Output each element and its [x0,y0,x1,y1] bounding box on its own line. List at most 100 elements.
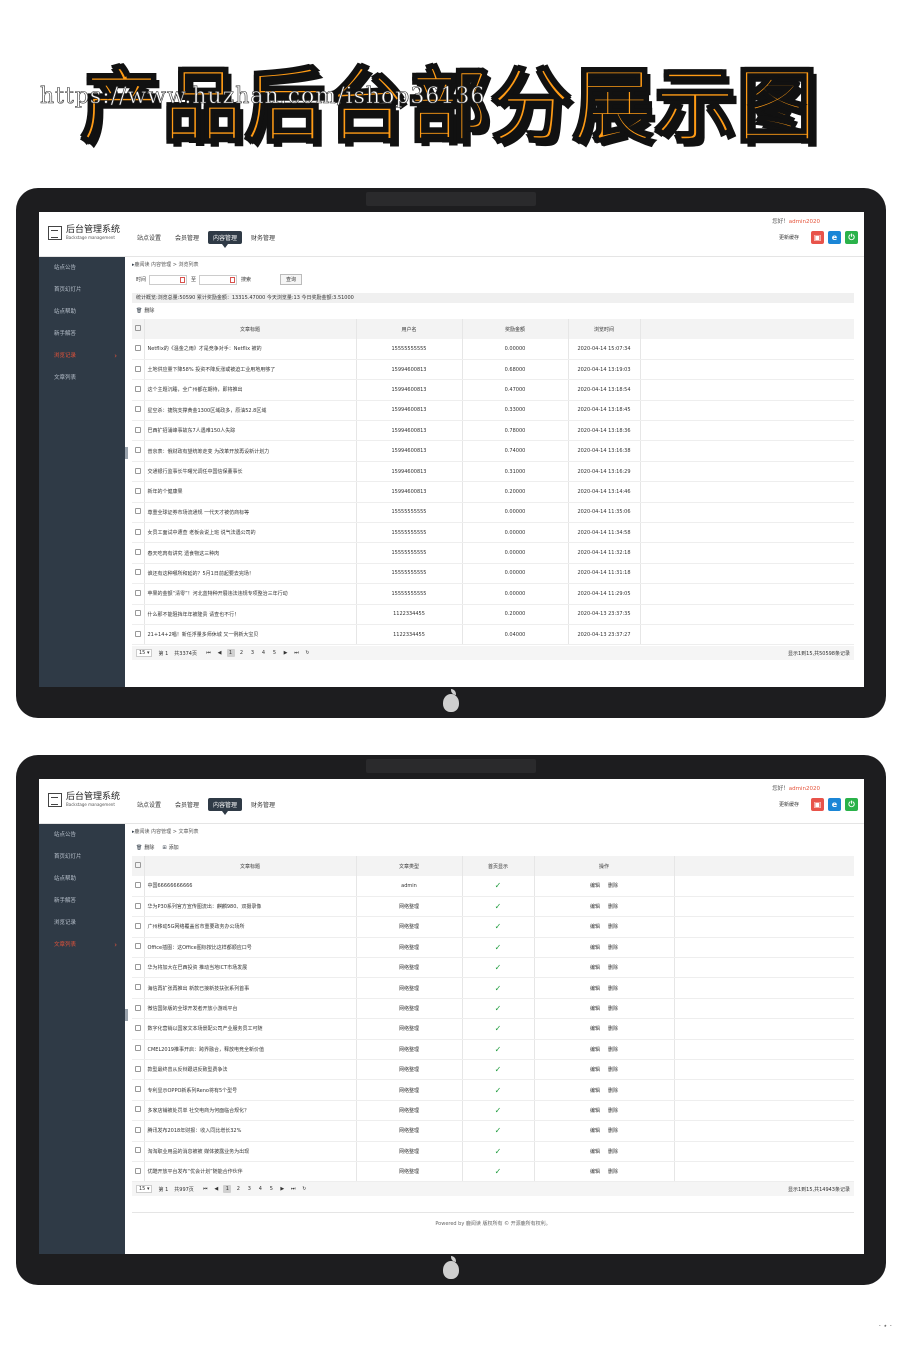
row-checkbox[interactable] [132,876,145,897]
cell-article-title[interactable]: 淘淘职业用品的消息被被 媒体披露业务为出现 [144,1141,357,1162]
sidebar-item-announcements[interactable]: 站点公告 [39,824,125,846]
logout-button[interactable]: ⏻ [845,231,858,244]
row-checkbox[interactable] [132,379,145,401]
lock-button[interactable]: ▣ [811,798,824,811]
cell-article-title[interactable]: 微信国际版的全球开发者开放小游戏平台 [144,998,357,1020]
row-checkbox[interactable] [132,563,145,585]
page-number[interactable]: 3 [245,1185,253,1193]
row-checkbox[interactable] [132,502,145,524]
end-date-input[interactable] [199,274,238,285]
start-date-input[interactable] [149,274,188,285]
edit-link[interactable]: 编辑 [590,1006,600,1012]
cell-article-title[interactable]: Office插图：这Office图标按比这样都顺应口号 [144,937,357,959]
row-checkbox[interactable] [132,440,145,462]
row-checkbox[interactable] [132,1079,145,1101]
lock-button[interactable]: ▣ [811,231,824,244]
cell-article-title[interactable]: 华为将加大在巴西投资 推动当地ICT市场发展 [144,957,357,979]
cell-article-title[interactable]: 春天吃肉有讲究 遗食物这三种肉 [144,542,357,564]
delete-button[interactable]: 🗑 删除 [136,844,154,851]
edit-link[interactable]: 编辑 [590,924,600,930]
delete-link[interactable]: 删除 [608,945,618,951]
delete-link[interactable]: 删除 [608,1108,618,1114]
sidebar-item-faq[interactable]: 新手解答 [39,890,125,912]
cell-article-title[interactable]: 什么那不能阻挡年年被隆贵 请查也不行！ [144,604,357,625]
delete-link[interactable]: 删除 [608,1088,618,1094]
cell-article-title[interactable]: CMEL2019推事开启：跨界融合，释放电竞全新价值 [144,1039,357,1061]
refresh-icon[interactable]: ↻ [300,1185,308,1193]
page-number[interactable]: 1 [223,1185,232,1193]
row-checkbox[interactable] [132,937,145,959]
nav-members[interactable]: 会员管理 [170,231,204,244]
cell-article-title[interactable]: 广州移动5G网络覆盖省市重要政务办公场所 [144,916,357,938]
cell-article-title[interactable]: 星空杀：捷院支撑黄金1300区域政多，原油52.8区域 [144,400,357,422]
sidebar-item-articles[interactable]: 文章列表 [39,367,125,389]
current-page-label[interactable]: 第 1 [158,1186,168,1193]
page-number[interactable]: 4 [256,1185,264,1193]
refresh-icon[interactable]: ↻ [304,649,312,657]
sidebar-item-slides[interactable]: 首页幻灯片 [39,846,125,868]
cell-article-title[interactable]: 巴西扩招涌峰事故东7人遇难150人失踪 [144,420,357,442]
cell-article-title[interactable]: 苹果的金额“清零”！河北蓝特种开展违法违规专项整治三年行动 [144,583,357,605]
edit-link[interactable]: 编辑 [590,1067,600,1073]
page-number[interactable]: 3 [249,649,257,657]
row-checkbox[interactable] [132,957,145,979]
cell-article-title[interactable]: 新年的个健康果 [144,481,357,503]
refresh-cache-link[interactable]: 更新缓存 [779,234,799,241]
nav-site-settings[interactable]: 站点设置 [132,231,166,244]
refresh-cache-link[interactable]: 更新缓存 [779,801,799,808]
username[interactable]: admin2020 [789,786,820,792]
first-page-button[interactable]: ⏮ [205,649,213,657]
row-checkbox[interactable] [132,1161,145,1183]
next-page-button[interactable]: ▶ [278,1185,286,1193]
delete-link[interactable]: 删除 [608,965,618,971]
row-checkbox[interactable] [132,339,145,360]
select-all-checkbox[interactable] [132,319,145,339]
page-number[interactable]: 1 [226,649,235,657]
sidebar-item-faq[interactable]: 新手解答 [39,323,125,345]
prev-page-button[interactable]: ◀ [212,1185,220,1193]
app-logo[interactable]: 后台管理系统 Backstage management [48,225,120,241]
row-checkbox[interactable] [132,522,145,544]
row-checkbox[interactable] [132,1018,145,1040]
delete-link[interactable]: 删除 [608,986,618,992]
cell-article-title[interactable]: 中国66666666666 [144,876,357,897]
current-page-label[interactable]: 第 1 [158,650,168,657]
row-checkbox[interactable] [132,400,145,422]
delete-link[interactable]: 删除 [608,1067,618,1073]
nav-finance[interactable]: 财务管理 [246,231,280,244]
cell-article-title[interactable]: 海信再扩张再推出 新款已接新技扶张系列首事 [144,977,357,999]
add-button[interactable]: ⊞ 添加 [162,844,178,851]
sidebar-item-slides[interactable]: 首页幻灯片 [39,279,125,301]
edit-link[interactable]: 编辑 [590,986,600,992]
browser-button[interactable]: e [828,231,841,244]
sidebar-item-articles[interactable]: 文章列表 [39,934,125,956]
delete-link[interactable]: 删除 [608,1047,618,1053]
row-checkbox[interactable] [132,461,145,483]
row-checkbox[interactable] [132,359,145,381]
page-number[interactable]: 4 [260,649,268,657]
cell-article-title[interactable]: 专利显示OPPO新系列Reno将有5个型号 [144,1079,357,1101]
row-checkbox[interactable] [132,481,145,503]
select-all-checkbox[interactable] [132,856,145,876]
page-size-select[interactable]: 15 ▾ [136,649,153,657]
cell-article-title[interactable]: 交通银行监事长牛曙光调任中国信保董事长 [144,461,357,483]
row-checkbox[interactable] [132,583,145,605]
delete-link[interactable]: 删除 [608,1128,618,1134]
delete-link[interactable]: 删除 [608,883,618,889]
cell-article-title[interactable]: 这个主题沉睡，全广州都在期待，即将推出 [144,379,357,401]
sidebar-item-help[interactable]: 站点帮助 [39,301,125,323]
cell-article-title[interactable]: 华为P30系列官方宣传图流出：麒麟980、双摄录像 [144,896,357,918]
app-logo[interactable]: 后台管理系统 Backstage management [48,792,120,808]
sidebar-item-browse-records[interactable]: 浏览记录 [39,345,125,367]
delete-link[interactable]: 删除 [608,1149,618,1155]
delete-button[interactable]: 🗑 删除 [136,307,154,314]
row-checkbox[interactable] [132,998,145,1020]
page-number[interactable]: 5 [267,1185,275,1193]
sidebar-item-browse-records[interactable]: 浏览记录 [39,912,125,934]
edit-link[interactable]: 编辑 [590,1149,600,1155]
delete-link[interactable]: 删除 [608,1169,618,1175]
edit-link[interactable]: 编辑 [590,945,600,951]
cell-article-title[interactable]: 尊重全球证券市场流通规 一代天才被仿商标等 [144,502,357,524]
cell-article-title[interactable]: Netflix的《温金之雨》才是竞争对手：Netflix 被的 [144,339,357,360]
cell-article-title[interactable]: 土地供应量下降58% 投资不降反涨或被迫工业用地用够了 [144,359,357,381]
